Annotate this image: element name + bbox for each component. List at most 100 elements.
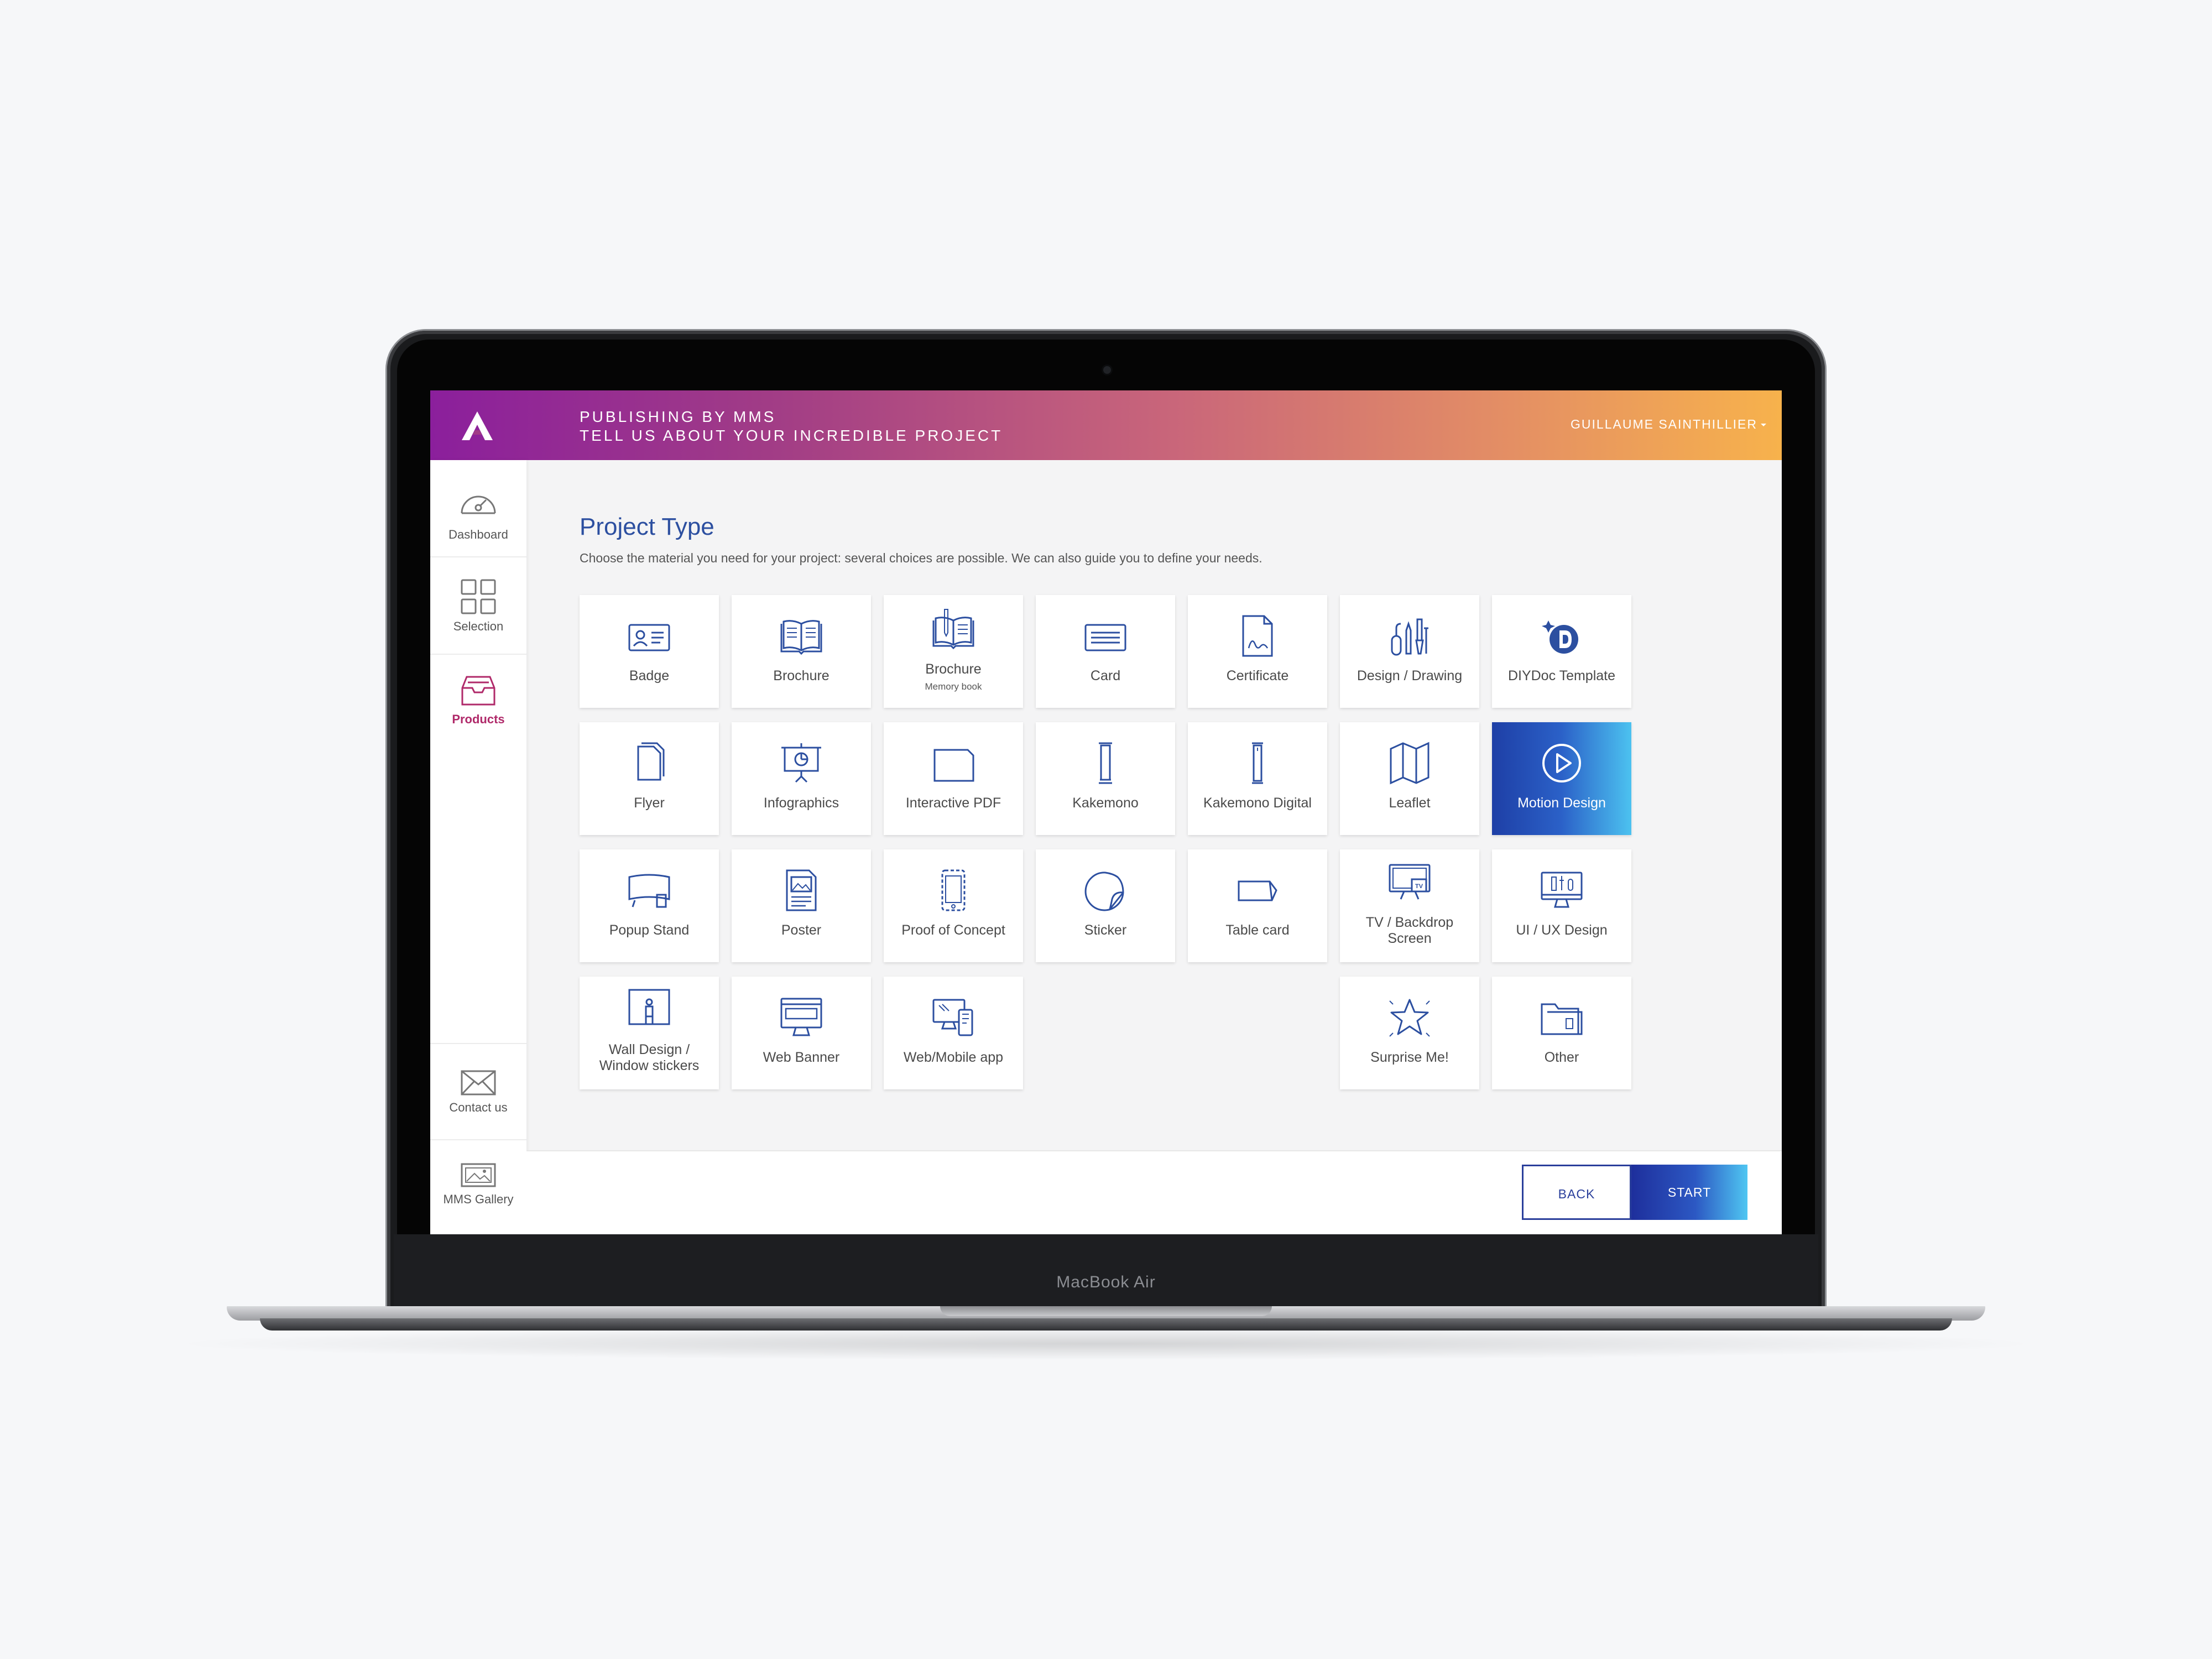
- envelope-icon: [461, 1070, 496, 1095]
- tile-interactive-pdf[interactable]: Interactive PDF: [884, 722, 1023, 835]
- chevron-down-icon: [1761, 424, 1766, 427]
- tile-label: Brochure: [773, 668, 830, 684]
- tile-label: Certificate: [1226, 668, 1289, 684]
- tile-label: Web/Mobile app: [903, 1050, 1004, 1065]
- tile-label: TV / Backdrop Screen: [1365, 915, 1454, 946]
- laptop-chin: [394, 1234, 1818, 1306]
- tv-screen-icon: TV: [1389, 864, 1431, 900]
- tile-kakemono-digital[interactable]: Kakemono Digital: [1188, 722, 1327, 835]
- tile-sublabel: Memory book: [925, 681, 982, 692]
- svg-text:TV: TV: [1415, 883, 1423, 890]
- app-logo-icon[interactable]: [461, 410, 494, 441]
- tile-label: UI / UX Design: [1516, 922, 1608, 938]
- grid-icon: [461, 579, 496, 614]
- tile-poster[interactable]: Poster: [732, 849, 871, 962]
- tile-brochure-memory-book[interactable]: Brochure Memory book: [884, 595, 1023, 708]
- tile-motion-design[interactable]: Motion Design: [1492, 722, 1631, 835]
- tile-brochure[interactable]: Brochure: [732, 595, 871, 708]
- user-name: GUILLAUME SAINTHILLIER: [1571, 417, 1757, 431]
- top-bar: PUBLISHING BY MMS TELL US ABOUT YOUR INC…: [430, 390, 1782, 460]
- tile-label: Poster: [781, 922, 822, 938]
- sidebar-item-selection[interactable]: Selection: [430, 557, 526, 655]
- laptop-base-edge: [260, 1318, 1952, 1331]
- user-menu[interactable]: GUILLAUME SAINTHILLIER: [1571, 417, 1766, 432]
- sidebar-item-dashboard[interactable]: Dashboard: [430, 460, 526, 557]
- tile-label: Kakemono Digital: [1203, 795, 1312, 811]
- tile-popup-stand[interactable]: Popup Stand: [580, 849, 719, 962]
- folder-icon: [1541, 1003, 1583, 1035]
- play-circle-icon: [1542, 744, 1581, 782]
- tile-web-mobile-app[interactable]: Web/Mobile app: [884, 977, 1023, 1089]
- sidebar-item-gallery[interactable]: MMS Gallery: [430, 1140, 526, 1234]
- tile-web-banner[interactable]: Web Banner: [732, 977, 871, 1089]
- footer-bar: BACK START: [526, 1150, 1782, 1234]
- digital-rollup-icon: [1252, 742, 1263, 784]
- tile-certificate[interactable]: Certificate: [1188, 595, 1327, 708]
- tile-label: Table card: [1225, 922, 1290, 938]
- badge-icon: [628, 624, 670, 651]
- sidebar-item-label: Products: [452, 712, 505, 726]
- document-icon: [933, 749, 974, 782]
- model-label: MacBook Air: [1056, 1273, 1156, 1291]
- wall-design-icon: [628, 989, 670, 1025]
- sidebar-item-products[interactable]: Products: [430, 655, 526, 752]
- tile-badge[interactable]: Badge: [580, 595, 719, 708]
- popup-stand-icon: [628, 874, 670, 908]
- tile-wall-design[interactable]: Wall Design / Window stickers: [580, 977, 719, 1089]
- tile-label: Design / Drawing: [1357, 668, 1463, 684]
- tile-infographics[interactable]: Infographics: [732, 722, 871, 835]
- page-title: Project Type: [580, 513, 714, 540]
- sidebar-item-contact[interactable]: Contact us: [430, 1043, 526, 1140]
- rollup-banner-icon: [1099, 742, 1112, 784]
- tile-diydoc-template[interactable]: DIYDoc Template: [1492, 595, 1631, 708]
- tile-leaflet[interactable]: Leaflet: [1340, 722, 1479, 835]
- sidebar-item-label: Selection: [453, 619, 504, 633]
- tile-other[interactable]: Other: [1492, 977, 1631, 1089]
- sidebar: Dashboard Selection Products Contact us …: [430, 460, 526, 1234]
- app-screen: PUBLISHING BY MMS TELL US ABOUT YOUR INC…: [430, 390, 1782, 1234]
- sticker-icon: [1084, 872, 1124, 911]
- tile-label: Infographics: [763, 795, 839, 811]
- folded-map-icon: [1390, 742, 1430, 785]
- memory-book-icon: [932, 609, 974, 650]
- tile-label: Card: [1090, 668, 1121, 684]
- flyer-icon: [637, 742, 665, 781]
- phone-sketch-icon: [941, 869, 966, 911]
- tile-label: Interactive PDF: [905, 795, 1001, 811]
- tile-label: Surprise Me!: [1370, 1050, 1449, 1065]
- camera-icon: [1103, 366, 1111, 374]
- tile-kakemono[interactable]: Kakemono: [1036, 722, 1175, 835]
- tile-label: Brochure: [925, 661, 982, 677]
- tile-design-drawing[interactable]: Design / Drawing: [1340, 595, 1479, 708]
- diydoc-logo-icon: [1542, 620, 1578, 654]
- tile-card[interactable]: Card: [1036, 595, 1175, 708]
- tile-tv-backdrop-screen[interactable]: TV TV / Backdrop Screen: [1340, 849, 1479, 962]
- devices-icon: [932, 999, 973, 1036]
- tile-flyer[interactable]: Flyer: [580, 722, 719, 835]
- web-banner-icon: [780, 998, 822, 1036]
- tile-label: Other: [1544, 1050, 1579, 1065]
- table-card-icon: [1238, 880, 1277, 901]
- gallery-icon: [461, 1163, 496, 1187]
- header-title: PUBLISHING BY MMS: [580, 408, 776, 425]
- tile-label: Kakemono: [1072, 795, 1139, 811]
- tile-label: DIYDoc Template: [1507, 668, 1616, 684]
- tile-label: Leaflet: [1389, 795, 1431, 811]
- card-icon: [1084, 624, 1126, 651]
- sidebar-item-label: Contact us: [449, 1100, 508, 1114]
- monitor-design-icon: [1541, 872, 1583, 908]
- start-button[interactable]: START: [1631, 1165, 1747, 1220]
- tile-label: Motion Design: [1517, 795, 1606, 811]
- tile-sticker[interactable]: Sticker: [1036, 849, 1175, 962]
- sidebar-item-label: MMS Gallery: [443, 1192, 514, 1206]
- tile-ui-ux-design[interactable]: UI / UX Design: [1492, 849, 1631, 962]
- star-icon: [1389, 999, 1430, 1037]
- tile-surprise-me[interactable]: Surprise Me!: [1340, 977, 1479, 1089]
- drawing-tools-icon: [1391, 618, 1428, 656]
- tile-proof-of-concept[interactable]: Proof of Concept: [884, 849, 1023, 962]
- tile-label: Badge: [629, 668, 670, 684]
- back-button[interactable]: BACK: [1522, 1165, 1631, 1220]
- tile-table-card[interactable]: Table card: [1188, 849, 1327, 962]
- inbox-tray-icon: [461, 676, 495, 706]
- presentation-board-icon: [781, 743, 821, 783]
